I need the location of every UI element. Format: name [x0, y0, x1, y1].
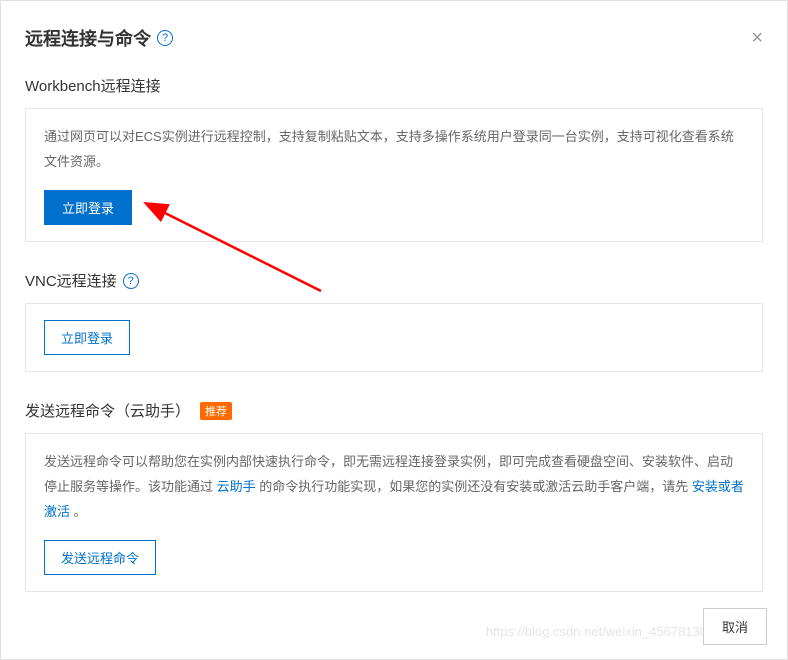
watermark-text: https://blog.csdn.net/weixin_45678130 — [486, 624, 707, 639]
remote-command-title-text: 发送远程命令（云助手） — [25, 400, 190, 421]
vnc-login-button[interactable]: 立即登录 — [44, 320, 130, 355]
help-icon[interactable]: ? — [157, 30, 173, 46]
remote-command-box: 发送远程命令可以帮助您在实例内部快速执行命令，即无需远程连接登录实例，即可完成查… — [25, 433, 763, 592]
modal-header: 远程连接与命令 ? × — [25, 25, 763, 51]
modal-title: 远程连接与命令 ? — [25, 25, 173, 51]
recommended-badge: 推荐 — [200, 402, 232, 420]
remote-command-title: 发送远程命令（云助手） 推荐 — [25, 400, 763, 421]
workbench-section: Workbench远程连接 通过网页可以对ECS实例进行远程控制，支持复制粘贴文… — [25, 75, 763, 242]
workbench-login-button[interactable]: 立即登录 — [44, 190, 132, 225]
help-icon[interactable]: ? — [123, 273, 139, 289]
send-remote-command-button[interactable]: 发送远程命令 — [44, 540, 156, 575]
desc-text-3: 。 — [70, 504, 87, 519]
cancel-button[interactable]: 取消 — [703, 608, 767, 645]
vnc-title-text: VNC远程连接 — [25, 270, 117, 291]
remote-connect-modal: 远程连接与命令 ? × Workbench远程连接 通过网页可以对ECS实例进行… — [0, 0, 788, 660]
workbench-title-text: Workbench远程连接 — [25, 75, 161, 96]
workbench-box: 通过网页可以对ECS实例进行远程控制，支持复制粘贴文本，支持多操作系统用户登录同… — [25, 108, 763, 242]
desc-text-2: 的命令执行功能实现，如果您的实例还没有安装或激活云助手客户端，请先 — [256, 479, 692, 494]
modal-title-text: 远程连接与命令 — [25, 25, 151, 51]
remote-command-section: 发送远程命令（云助手） 推荐 发送远程命令可以帮助您在实例内部快速执行命令，即无… — [25, 400, 763, 592]
cloud-assistant-link[interactable]: 云助手 — [217, 479, 256, 494]
modal-footer: 取消 — [703, 608, 767, 645]
vnc-section: VNC远程连接 ? 立即登录 — [25, 270, 763, 372]
close-button[interactable]: × — [751, 28, 763, 48]
workbench-title: Workbench远程连接 — [25, 75, 763, 96]
remote-command-description: 发送远程命令可以帮助您在实例内部快速执行命令，即无需远程连接登录实例，即可完成查… — [44, 450, 744, 524]
vnc-box: 立即登录 — [25, 303, 763, 372]
workbench-description: 通过网页可以对ECS实例进行远程控制，支持复制粘贴文本，支持多操作系统用户登录同… — [44, 125, 744, 174]
vnc-title: VNC远程连接 ? — [25, 270, 763, 291]
